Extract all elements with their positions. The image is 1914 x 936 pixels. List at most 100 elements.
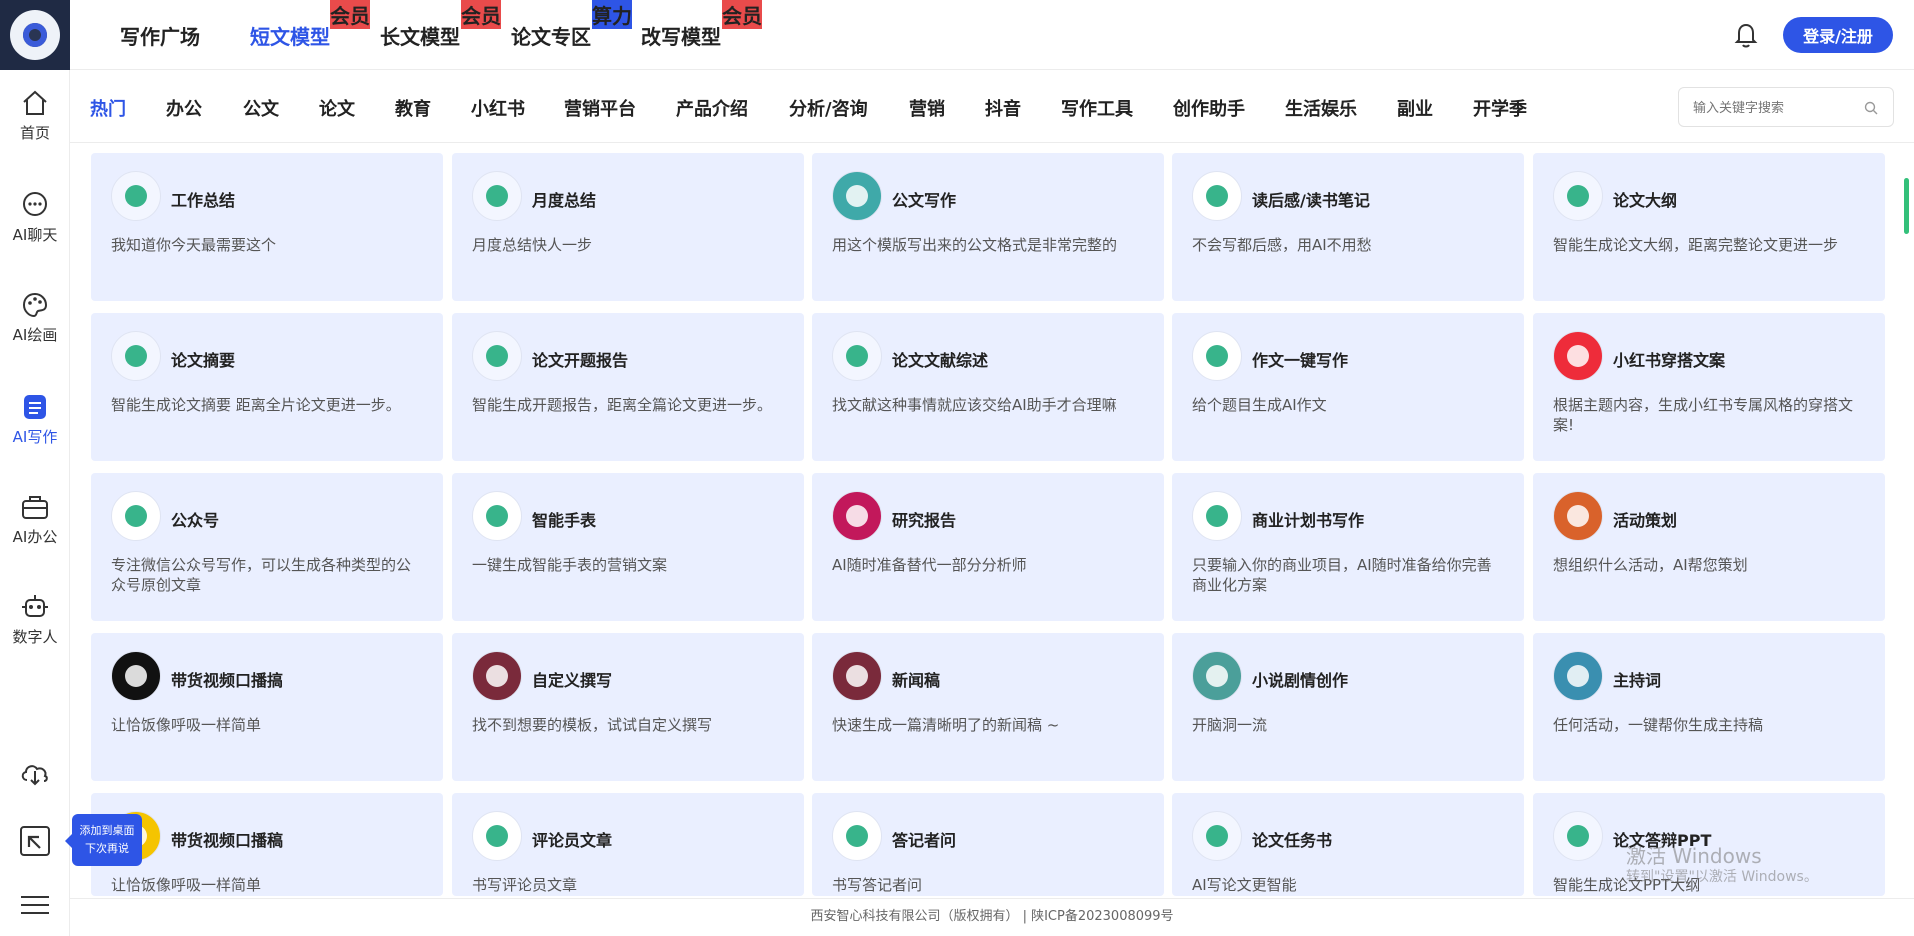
avatar-glyph-icon [1206,665,1228,687]
sidebar-item-write[interactable]: AI写作 [0,392,70,447]
template-description: 书写评论员文章 [472,876,578,894]
avatar-glyph-icon [846,505,868,527]
member-badge: 会员 [330,0,370,29]
template-card[interactable]: 评论员文章 书写评论员文章 [452,793,804,896]
template-title: 主持词 [1613,671,1662,690]
tab-label: 短文模型 [250,24,330,49]
app-logo[interactable] [0,0,70,70]
sidebar-item-office[interactable]: AI办公 [0,492,70,547]
template-title: 小红书穿搭文案 [1613,351,1726,370]
tab-paper-zone[interactable]: 论文专区 [511,0,591,70]
category-life-entertainment[interactable]: 生活娱乐 [1285,95,1357,121]
template-title: 答记者问 [892,831,957,850]
template-card[interactable]: 工作总结 我知道你今天最需要这个 [91,153,443,301]
category-douyin[interactable]: 抖音 [985,95,1021,121]
template-card[interactable]: 主持词任何活动，一键帮你生成主持稿 [1533,633,1885,781]
template-card[interactable]: 智能手表 一键生成智能手表的营销文案 [452,473,804,621]
template-avatar-icon [1192,651,1242,701]
template-card[interactable]: 新闻稿 快速生成一篇清晰明了的新闻稿 ~ [812,633,1164,781]
template-card[interactable]: 商业计划书写作 只要输入你的商业项目，AI随时准备给你完善商业化方案 [1172,473,1524,621]
category-hot[interactable]: 热门 [90,95,126,121]
template-title: 作文一键写作 [1252,351,1349,370]
template-card[interactable]: 带货视频口播稿 让恰饭像呼吸一样简单 [91,793,443,896]
category-official-doc[interactable]: 公文 [243,95,279,121]
template-description: 我知道你今天最需要这个 [111,236,277,254]
template-description: 不会写都后感，用AI不用愁 [1192,236,1372,254]
template-avatar-icon [111,651,161,701]
template-avatar-icon [472,491,522,541]
sidebar-item-draw[interactable]: AI绘画 [0,290,70,345]
template-card[interactable]: 论文大纲 智能生成论文大纲，距离完整论文更进一步 [1533,153,1885,301]
tab-rewrite-model[interactable]: 改写模型 [641,0,721,70]
template-card[interactable]: 论文摘要 智能生成论文摘要 距离全片论文更进一步。 [91,313,443,461]
tab-long-model[interactable]: 长文模型 [380,0,460,70]
dismiss-link[interactable]: 下次再说 [72,840,142,858]
category-marketing[interactable]: 营销 [909,95,945,121]
add-to-desktop-link[interactable]: 添加到桌面 [72,822,142,840]
template-description: AI写论文更智能 [1192,876,1297,894]
template-card[interactable]: 论文任务书 AI写论文更智能 [1172,793,1524,896]
member-badge: 会员 [461,0,501,29]
template-description: 想组织什么活动，AI帮您策划 [1553,556,1748,574]
avatar-glyph-icon [1567,185,1589,207]
category-side-job[interactable]: 副业 [1397,95,1433,121]
avatar-glyph-icon [486,825,508,847]
sidebar-item-chat[interactable]: AI聊天 [0,190,70,245]
bell-icon[interactable] [1733,21,1759,49]
template-avatar-icon [1192,171,1242,221]
sidebar-item-digital-human[interactable]: 数字人 [0,592,70,647]
template-card[interactable]: 活动策划想组织什么活动，AI帮您策划 [1533,473,1885,621]
avatar-glyph-icon [1567,345,1589,367]
category-school-season[interactable]: 开学季 [1473,95,1527,121]
category-paper[interactable]: 论文 [319,95,355,121]
template-card[interactable]: 公众号 专注微信公众号写作，可以生成各种类型的公众号原创文章 [91,473,443,621]
cloud-download-icon[interactable] [18,756,52,790]
template-title: 论文文献综述 [892,351,989,370]
template-card[interactable]: 公文写作 用这个模版写出来的公文格式是非常完整的 [812,153,1164,301]
category-product-intro[interactable]: 产品介绍 [676,95,748,121]
category-education[interactable]: 教育 [395,95,431,121]
category-analysis[interactable]: 分析/咨询 [789,95,868,121]
template-avatar-icon [472,651,522,701]
template-description: 任何活动，一键帮你生成主持稿 [1553,716,1764,734]
template-description: 书写答记者问 [832,876,923,894]
template-card[interactable]: 小说剧情创作 开脑洞一流 [1172,633,1524,781]
template-card[interactable]: 论文文献综述 找文献这种事情就应该交给AI助手才合理嘛 [812,313,1164,461]
tab-short-model[interactable]: 短文模型 [250,0,330,70]
search-input[interactable] [1678,87,1894,127]
template-description: 让恰饭像呼吸一样简单 [111,716,262,734]
template-title: 活动策划 [1613,511,1678,530]
avatar-glyph-icon [846,665,868,687]
compute-badge: 算力 [592,0,632,29]
category-creation-assistant[interactable]: 创作助手 [1173,95,1245,121]
template-card[interactable]: 研究报告 AI随时准备替代一部分分析师 [812,473,1164,621]
template-card[interactable]: 月度总结 月度总结快人一步 [452,153,804,301]
avatar-glyph-icon [1206,345,1228,367]
template-card[interactable]: 自定义撰写 找不到想要的模板，试试自定义撰写 [452,633,804,781]
share-icon[interactable] [18,824,52,858]
template-title: 论文开题报告 [532,351,629,370]
sidebar-item-home[interactable]: 首页 [0,88,70,143]
template-description: 只要输入你的商业项目，AI随时准备给你完善商业化方案 [1192,556,1492,594]
template-description: 快速生成一篇清晰明了的新闻稿 ~ [832,716,1060,734]
template-card[interactable]: 论文开题报告 智能生成开题报告，距离全篇论文更进一步。 [452,313,804,461]
template-card[interactable]: 读后感/读书笔记 不会写都后感，用AI不用愁 [1172,153,1524,301]
category-marketing-platform[interactable]: 营销平台 [564,95,636,121]
template-description: 智能生成论文大纲，距离完整论文更进一步 [1553,236,1839,254]
template-card[interactable]: 作文一键写作 给个题目生成AI作文 [1172,313,1524,461]
template-avatar-icon [832,651,882,701]
add-to-desktop-tooltip[interactable]: 添加到桌面 下次再说 [65,814,142,866]
template-card[interactable]: 带货视频口播搞 让恰饭像呼吸一样简单 [91,633,443,781]
category-office[interactable]: 办公 [166,95,202,121]
category-writing-tools[interactable]: 写作工具 [1061,95,1133,121]
template-card[interactable]: 答记者问书写答记者问 [812,793,1164,896]
template-title: 带货视频口播稿 [171,831,284,850]
scrollbar-thumb[interactable] [1904,178,1909,234]
login-register-button[interactable]: 登录/注册 [1783,17,1893,53]
search-icon[interactable] [1864,101,1878,115]
briefcase-icon [22,496,48,519]
category-xiaohongshu[interactable]: 小红书 [471,95,525,121]
tab-writing-square[interactable]: 写作广场 [120,0,200,70]
template-card[interactable]: 小红书穿搭文案 根据主题内容，生成小红书专属风格的穿搭文案! [1533,313,1885,461]
menu-icon[interactable] [18,888,52,922]
